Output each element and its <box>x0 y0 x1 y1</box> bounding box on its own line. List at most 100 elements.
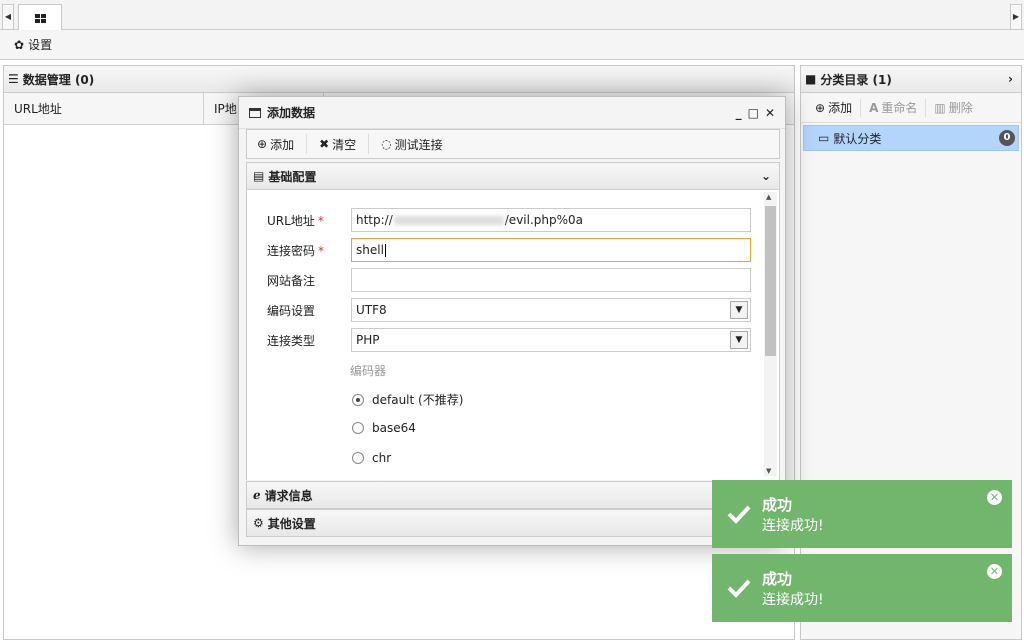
close-icon[interactable]: ✕ <box>765 106 775 120</box>
toast-title: 成功 <box>762 495 793 514</box>
folder-open-icon: ▭ <box>818 131 830 145</box>
settings-button[interactable]: ✿ 设置 <box>14 36 52 53</box>
category-delete-label: 删除 <box>948 101 973 115</box>
category-add-button[interactable]: ⊕ 添加 <box>815 99 852 116</box>
url-input[interactable]: http:///evil.php%0a <box>351 208 751 232</box>
toast-message: 连接成功! <box>762 517 824 534</box>
gear-icon: ✿ <box>14 37 25 52</box>
font-icon: A <box>869 100 879 115</box>
type-row: 连接类型 PHP ▼ <box>267 328 751 352</box>
dialog-clear-label: 清空 <box>332 137 357 152</box>
maximize-icon[interactable]: □ <box>748 106 759 120</box>
other-settings-label: 其他设置 <box>267 516 316 531</box>
trash-icon: ▥ <box>934 100 946 115</box>
settings-label: 设置 <box>28 38 53 52</box>
tab-bar: ◀ ▶ <box>0 0 1024 31</box>
data-panel-header: ☰ 数据管理 (0) <box>4 66 794 93</box>
note-label: 网站备注 <box>267 273 316 288</box>
scroll-down-icon[interactable]: ▼ <box>766 467 771 475</box>
column-header-url[interactable]: URL地址 <box>4 93 204 124</box>
encoder-option-label: base64 <box>372 421 416 435</box>
spinner-icon: ◌ <box>381 137 392 151</box>
encoder-label: 编码器 <box>350 364 387 378</box>
accordion-basic-config[interactable]: ▤ 基础配置 ⌄ <box>246 162 780 190</box>
category-panel-title: 分类目录 (1) <box>820 72 892 87</box>
x-icon: ✖ <box>319 137 330 151</box>
basic-config-label: 基础配置 <box>268 169 317 184</box>
plus-circle-icon: ⊕ <box>257 137 268 151</box>
encoder-option-base64[interactable]: base64 <box>352 421 416 435</box>
scroll-thumb[interactable] <box>765 206 776 356</box>
category-item-default[interactable]: ▭ 默认分类 0 <box>803 125 1019 151</box>
divider <box>925 98 927 117</box>
toast-title: 成功 <box>762 569 793 588</box>
tab-home[interactable] <box>18 4 62 31</box>
url-label: URL地址 * <box>267 213 324 228</box>
check-icon <box>727 579 751 598</box>
type-label: 连接类型 <box>267 333 316 348</box>
dialog-add-label: 添加 <box>270 137 295 152</box>
redacted-host <box>393 215 504 225</box>
basic-config-form: URL地址 * http:///evil.php%0a 连接密码 * shell 网… <box>246 190 780 480</box>
chevron-down-icon: ▼ <box>730 301 748 319</box>
form-scrollbar[interactable]: ▲ ▼ <box>764 192 777 476</box>
success-toast: 成功 连接成功! ✕ <box>712 554 1012 622</box>
plus-circle-icon: ⊕ <box>815 100 826 115</box>
encoding-select[interactable]: UTF8 ▼ <box>351 298 751 322</box>
password-input[interactable]: shell <box>351 238 751 262</box>
encoding-row: 编码设置 UTF8 ▼ <box>267 298 751 322</box>
category-rename-label: 重命名 <box>881 101 918 115</box>
chevron-down-icon: ▼ <box>730 331 748 349</box>
category-add-label: 添加 <box>828 101 853 115</box>
encoder-option-default[interactable]: default (不推荐) <box>352 391 463 408</box>
divider <box>860 98 862 117</box>
category-delete-button[interactable]: ▥ 删除 <box>934 99 972 116</box>
window-controls: _ □ ✕ <box>736 106 775 120</box>
request-info-label: 请求信息 <box>264 488 313 503</box>
dialog-clear-button[interactable]: ✖ 清空 <box>319 134 370 154</box>
category-panel-header: ■ 分类目录 (1) › <box>801 66 1021 93</box>
encoder-option-label: chr <box>372 451 392 465</box>
chevron-down-icon: ⌄ <box>760 169 771 183</box>
collapse-chevron-icon[interactable]: › <box>1008 72 1013 86</box>
note-input[interactable] <box>351 268 751 292</box>
main-toolbar: ✿ 设置 <box>0 30 1024 60</box>
category-toolbar: ⊕ 添加 A 重命名 ▥ 删除 <box>801 93 1021 123</box>
password-label: 连接密码 * <box>267 243 325 258</box>
tab-scroll-right-button[interactable]: ▶ <box>1010 4 1022 30</box>
close-icon[interactable]: ✕ <box>987 490 1002 505</box>
check-icon <box>727 505 751 524</box>
toast-message: 连接成功! <box>762 591 824 608</box>
note-row: 网站备注 <box>267 268 751 292</box>
radio-icon <box>352 452 364 464</box>
dialog-toolbar: ⊕ 添加 ✖ 清空 ◌ 测试连接 <box>246 129 780 159</box>
count-badge: 0 <box>999 130 1015 146</box>
cogs-icon: ⚙ <box>253 516 264 530</box>
url-row: URL地址 * http:///evil.php%0a <box>267 208 751 232</box>
category-rename-button[interactable]: A 重命名 <box>869 99 917 116</box>
dialog-title: 添加数据 <box>267 106 316 120</box>
accordion-request-info[interactable]: ℯ 请求信息 <box>246 481 780 509</box>
password-row: 连接密码 * shell <box>267 238 751 262</box>
document-icon: ▤ <box>253 169 265 183</box>
accordion-other-settings[interactable]: ⚙ 其他设置 <box>246 509 780 537</box>
close-icon[interactable]: ✕ <box>987 564 1002 579</box>
data-panel-title: 数据管理 (0) <box>22 72 95 87</box>
test-connection-label: 测试连接 <box>394 137 443 152</box>
folder-icon: ■ <box>805 72 817 86</box>
scroll-up-icon[interactable]: ▲ <box>766 193 771 201</box>
tab-scroll-left-button[interactable]: ◀ <box>2 4 14 30</box>
dialog-title-bar[interactable]: 添加数据 <box>239 97 785 129</box>
window-icon <box>249 107 261 118</box>
encoder-option-chr[interactable]: chr <box>352 451 391 465</box>
radio-checked-icon <box>352 393 364 406</box>
grid-icon <box>34 13 46 23</box>
add-data-dialog: 添加数据 _ □ ✕ ⊕ 添加 ✖ 清空 ◌ 测试连接 ▤ 基础配置 ⌄ URL… <box>238 96 786 546</box>
radio-icon <box>352 422 364 434</box>
encoding-label: 编码设置 <box>267 303 316 318</box>
type-select[interactable]: PHP ▼ <box>351 328 751 352</box>
dialog-add-button[interactable]: ⊕ 添加 <box>257 134 308 154</box>
minimize-icon[interactable]: _ <box>736 106 742 120</box>
success-toast: 成功 连接成功! ✕ <box>712 480 1012 548</box>
test-connection-button[interactable]: ◌ 测试连接 <box>381 134 455 154</box>
